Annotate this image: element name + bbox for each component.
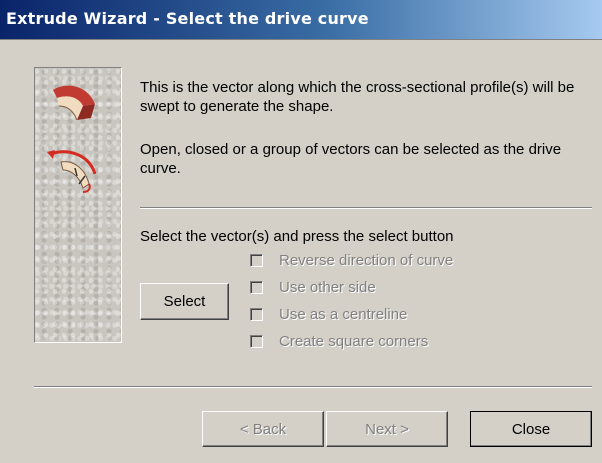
select-button[interactable]: Select: [140, 283, 229, 320]
checkbox-label: Use other side: [279, 278, 376, 296]
create-square-corners-checkbox[interactable]: Create square corners: [250, 331, 428, 351]
window-title: Extrude Wizard - Select the drive curve: [6, 9, 369, 28]
use-other-side-checkbox[interactable]: Use other side: [250, 277, 376, 297]
checkbox-box[interactable]: [250, 334, 263, 348]
selection-hint-text: Open, closed or a group of vectors can b…: [140, 141, 562, 177]
close-button[interactable]: Close: [470, 411, 592, 447]
drive-curve-icon: [47, 150, 97, 193]
description-text: This is the vector along which the cross…: [140, 79, 575, 115]
reverse-direction-checkbox[interactable]: Reverse direction of curve: [250, 250, 453, 270]
use-as-centreline-checkbox[interactable]: Use as a centreline: [250, 304, 407, 324]
checkbox-label: Create square corners: [279, 332, 429, 350]
footer-separator: [34, 386, 592, 388]
checkbox-label: Reverse direction of curve: [279, 251, 454, 269]
back-button[interactable]: < Back: [202, 411, 324, 447]
checkbox-box[interactable]: [250, 307, 263, 321]
wizard-image-panel: [34, 67, 122, 343]
next-button[interactable]: Next >: [326, 411, 448, 447]
instruction-text: Select the vector(s) and press the selec…: [140, 228, 454, 245]
extrude-profile-icon: [53, 85, 95, 121]
title-bar: Extrude Wizard - Select the drive curve: [0, 0, 602, 40]
separator: [140, 207, 592, 209]
checkbox-box[interactable]: [250, 253, 263, 267]
checkbox-label: Use as a centreline: [279, 305, 408, 323]
checkbox-box[interactable]: [250, 280, 263, 294]
